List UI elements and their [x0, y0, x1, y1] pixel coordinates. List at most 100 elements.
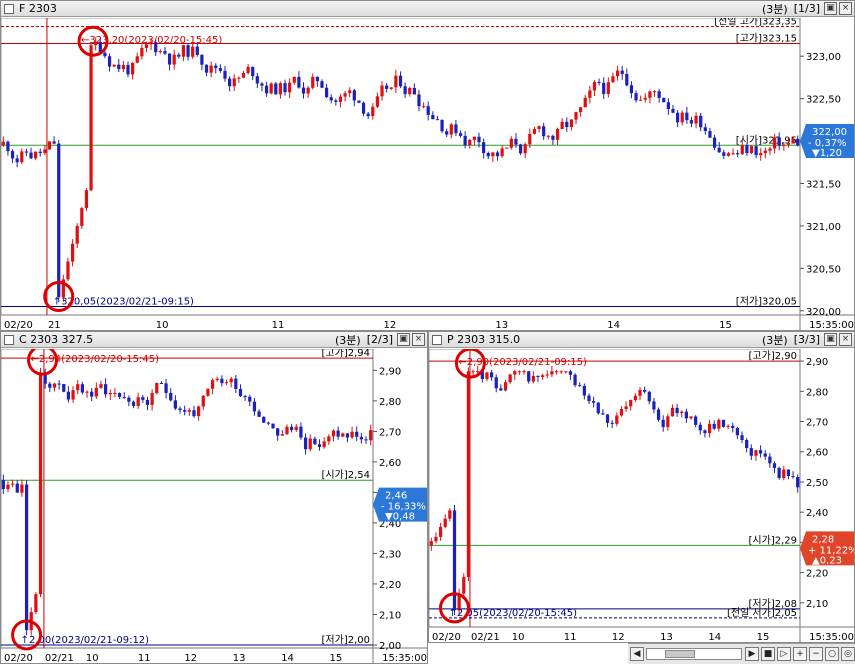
candle-body [127, 397, 131, 402]
candle-body [768, 456, 772, 464]
candle-body [703, 430, 707, 434]
candle-body [169, 392, 173, 401]
candle-body [532, 129, 537, 134]
scroll-right-icon[interactable]: ▶ [745, 647, 759, 661]
candle-body [108, 393, 112, 395]
candle-body [371, 106, 375, 117]
candle-body [131, 62, 135, 75]
futures-chart-panel[interactable]: F 2303 (3분) [1/3] ▣ × 323,00 322,50 322,00… [0, 0, 855, 331]
candle-body [527, 371, 531, 382]
call-option-chart-panel[interactable]: C 2303 327.5 (3분) [2/3] ▣ × 2,90 2,80 2,70… [0, 331, 428, 664]
panel-select-checkbox[interactable] [4, 334, 14, 345]
candle-body [505, 147, 509, 149]
candle-body [717, 147, 721, 153]
candle-body [429, 541, 433, 546]
close-icon[interactable]: × [839, 333, 852, 346]
time-tick-label: 14 [607, 320, 620, 331]
candle-body [348, 90, 352, 94]
candle-body [537, 126, 541, 130]
candle-body [652, 401, 656, 410]
time-tick-label: 10 [512, 632, 525, 643]
candle-body [122, 396, 126, 398]
candle-body [15, 483, 19, 493]
candle-body [550, 371, 554, 375]
candle-body [329, 97, 333, 101]
candle-body [191, 46, 195, 57]
panel-titlebar[interactable]: P 2303 315.0 (3분) [3/3] ▣ × [429, 332, 854, 348]
maximize-icon[interactable]: ▣ [397, 333, 410, 346]
candle-body [380, 85, 384, 97]
candle-body [43, 149, 47, 154]
candle-body [435, 119, 440, 121]
call-option-candlestick-chart[interactable]: 2,902,802,702,602,502,402,302,202,102,00… [1, 349, 428, 664]
put-option-candlestick-chart[interactable]: 2,902,802,702,602,502,402,302,202,10[고가]… [429, 349, 855, 643]
put-option-chart-panel[interactable]: P 2303 315.0 (3분) [3/3] ▣ × 2,90 2,80 2,70… [428, 331, 855, 643]
candle-body [629, 400, 633, 407]
panel-select-checkbox[interactable] [432, 334, 442, 345]
candle-body [565, 121, 569, 128]
chart-navigation-toolbar[interactable]: ◀ ▶ ■ ▷ + − ○ ◎ [628, 643, 855, 664]
candle-body [10, 483, 15, 485]
candle-body [320, 81, 324, 88]
interval-label[interactable]: (3분) [762, 332, 788, 348]
panel-titlebar[interactable]: F 2303 (3분) [1/3] ▣ × [1, 1, 854, 17]
stop-icon[interactable]: ■ [761, 647, 775, 661]
candle-body [164, 383, 168, 393]
candle-body [796, 477, 800, 488]
candle-body [633, 395, 637, 401]
candle-body [327, 436, 331, 442]
candle-body [266, 422, 271, 424]
maximize-icon[interactable]: ▣ [824, 333, 837, 346]
interval-label[interactable]: (3분) [335, 332, 361, 348]
zoom-in-icon[interactable]: + [793, 647, 807, 661]
close-icon[interactable]: × [412, 333, 425, 346]
panel-titlebar[interactable]: C 2303 327.5 (3분) [2/3] ▣ × [1, 332, 427, 348]
play-icon[interactable]: ▷ [777, 647, 791, 661]
time-tick-label: 14 [281, 653, 294, 664]
candle-body [694, 416, 698, 425]
candle-body [712, 423, 716, 429]
candle-body [476, 371, 480, 373]
candle-body [260, 83, 264, 86]
candle-body [625, 74, 629, 86]
price-tick-label: 2,40 [806, 508, 828, 519]
candle-body [181, 45, 186, 57]
candle-body [336, 430, 340, 437]
time-tick-label: 02/20 [4, 320, 33, 331]
candle-body [615, 70, 620, 77]
candle-body [62, 383, 66, 392]
candle-body [6, 484, 10, 490]
price-tick-label: 2,70 [806, 418, 828, 429]
candle-body [791, 476, 795, 478]
candle-body [777, 137, 781, 146]
candle-body [251, 66, 255, 77]
candle-body [234, 378, 238, 389]
price-tick-label: 322,50 [806, 95, 841, 106]
zoom-fit-icon[interactable]: ◎ [841, 647, 855, 661]
candle-body [173, 400, 178, 409]
price-tick-label: 2,00 [379, 641, 401, 652]
time-readout-label: 15:35:00 [809, 632, 854, 643]
candle-body [352, 90, 356, 101]
panel-select-checkbox[interactable] [4, 3, 14, 14]
zoom-out-icon[interactable]: − [809, 647, 823, 661]
time-tick-label: 10 [86, 653, 99, 664]
candle-body [135, 56, 139, 63]
scroll-thumb[interactable] [665, 650, 695, 658]
zoom-reset-icon[interactable]: ○ [825, 647, 839, 661]
scroll-left-icon[interactable]: ◀ [630, 647, 644, 661]
candle-body [517, 371, 522, 373]
interval-label[interactable]: (3분) [762, 1, 788, 17]
maximize-icon[interactable]: ▣ [824, 2, 837, 15]
candle-body [708, 131, 712, 138]
candle-body [172, 54, 176, 65]
close-icon[interactable]: × [839, 2, 852, 15]
futures-candlestick-chart[interactable]: 323,00 322,50 322,00 321,50 321,00 320,50 320,… [1, 18, 855, 331]
candle-body [331, 430, 336, 437]
candle-body [485, 372, 489, 380]
price-tick-label: 2,80 [806, 387, 828, 398]
candle-body [574, 112, 578, 120]
time-scroll-slider[interactable] [646, 648, 742, 660]
candle-body [740, 145, 744, 155]
candle-body [315, 76, 319, 82]
